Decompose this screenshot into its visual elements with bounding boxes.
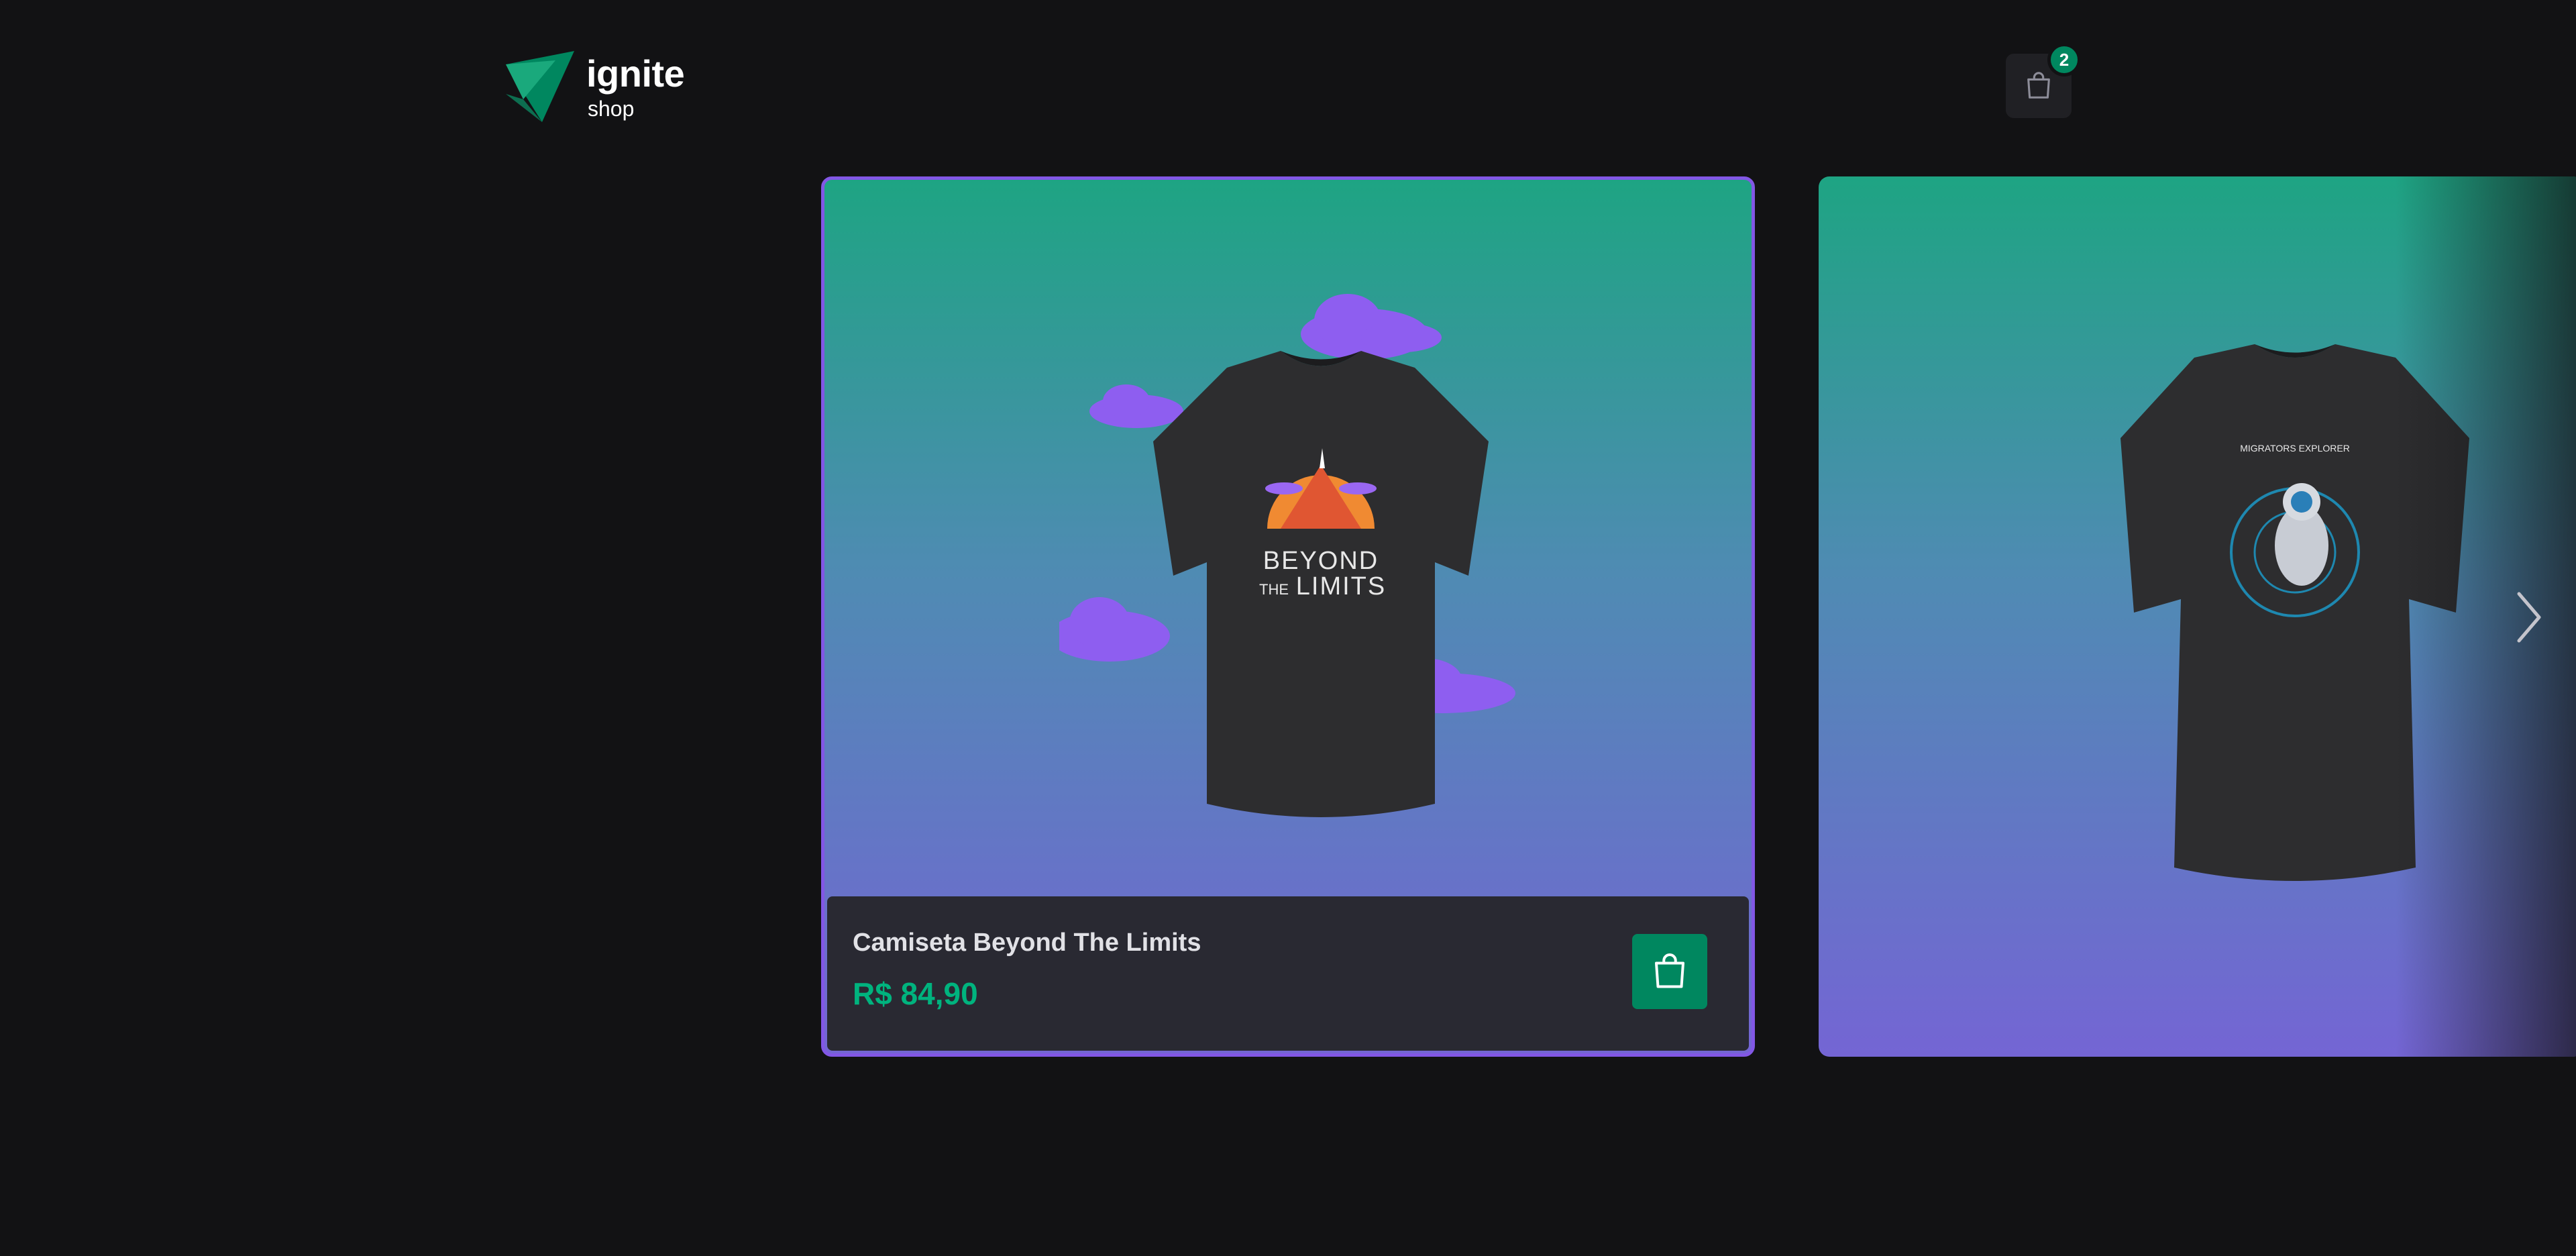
product-footer: Camiseta Beyond The Limits R$ 84,90 xyxy=(827,896,1749,1051)
shopping-bag-icon xyxy=(1655,953,1684,988)
logo-subtext: shop xyxy=(588,97,635,121)
cart-count-badge: 2 xyxy=(2047,43,2081,76)
print-line3: LIMITS xyxy=(1296,572,1386,600)
print-line2: THE xyxy=(1259,581,1289,598)
tshirt-image: BEYOND THE LIMITS xyxy=(1059,294,1515,817)
print-text: MIGRATORS EXPLORER xyxy=(2240,443,2350,454)
product-name: Camiseta Beyond The Limits xyxy=(853,929,1201,957)
add-to-cart-button[interactable] xyxy=(1632,934,1707,1009)
chevron-right-icon xyxy=(2517,592,2541,643)
logo-text: ignite xyxy=(586,52,685,95)
header: ignite shop 2 xyxy=(0,0,2576,174)
product-card[interactable]: MIGRATORS EXPLORER xyxy=(1819,176,2576,1057)
logo-triangle-icon xyxy=(506,51,574,122)
product-card[interactable]: BEYOND THE LIMITS Camiseta Beyond The Li… xyxy=(821,176,1755,1057)
next-slide-button[interactable] xyxy=(2509,584,2549,651)
product-price: R$ 84,90 xyxy=(853,976,978,1011)
shopping-bag-icon xyxy=(2027,72,2050,99)
logo[interactable]: ignite shop xyxy=(503,51,691,125)
print-line1: BEYOND xyxy=(1263,547,1379,575)
